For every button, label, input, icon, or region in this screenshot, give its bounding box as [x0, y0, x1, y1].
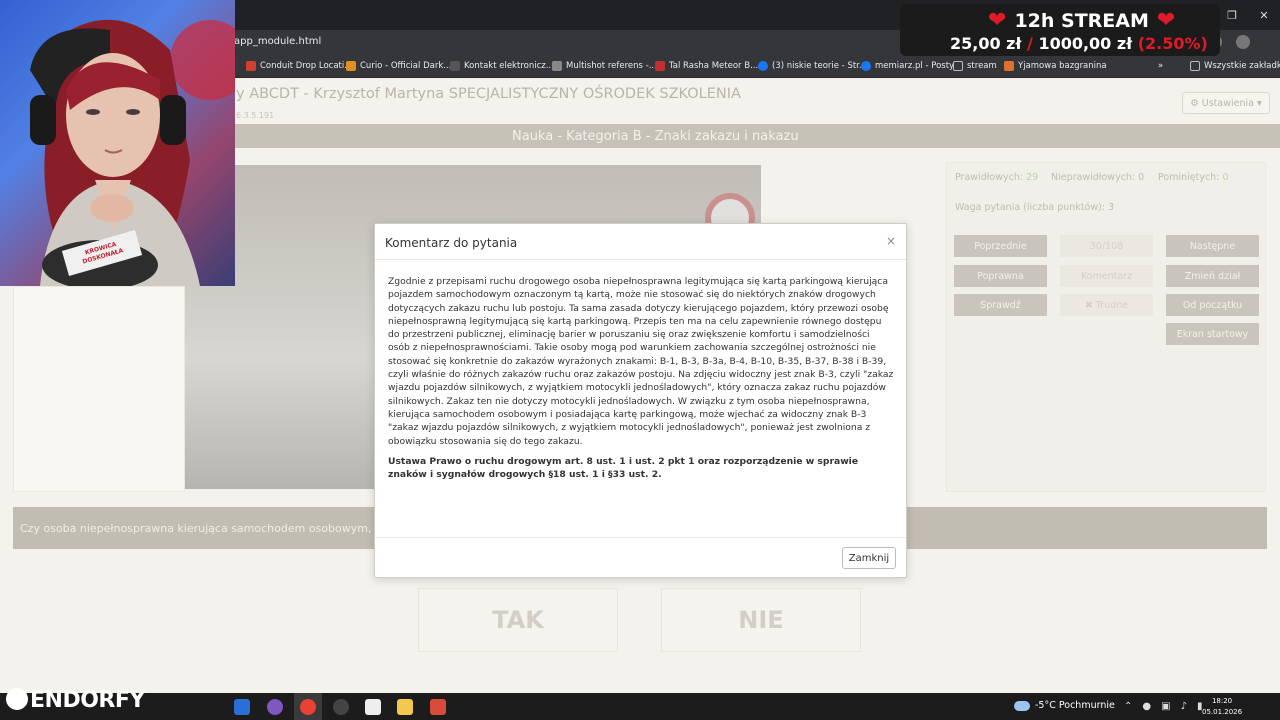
- correct-answer-button[interactable]: Poprawna: [954, 265, 1047, 287]
- from-start-button[interactable]: Od początku: [1166, 294, 1259, 316]
- chrome-icon[interactable]: [300, 699, 316, 715]
- start-screen-button[interactable]: Ekran startowy: [1166, 323, 1259, 345]
- bookmark-folder[interactable]: stream: [953, 61, 997, 71]
- bookmarks-overflow[interactable]: »: [1158, 61, 1163, 71]
- folder-icon: [1190, 61, 1200, 71]
- settings-button[interactable]: ⚙ Ustawienia ▾: [1182, 92, 1270, 114]
- file-explorer-icon[interactable]: [397, 699, 413, 715]
- close-window-icon[interactable]: ✕: [1248, 0, 1280, 30]
- clock-time: 18:20: [1211, 697, 1233, 705]
- left-panel: [13, 286, 185, 492]
- facebook-icon: [861, 61, 871, 71]
- skipped-count: Pominiętych: 0: [1158, 172, 1229, 183]
- webcam-overlay: KROWICA DOSKONAŁA: [0, 0, 235, 286]
- restore-icon[interactable]: ❐: [1216, 0, 1248, 30]
- endorfy-logo-mark: [6, 688, 28, 710]
- previous-button[interactable]: Poprzednie: [954, 235, 1047, 257]
- close-modal-button[interactable]: Zamknij: [842, 547, 896, 569]
- bookmark-favicon: [346, 61, 356, 71]
- modal-body: Zgodnie z przepisami ruchu drogowego oso…: [388, 275, 894, 488]
- url-text[interactable]: app_module.html: [234, 36, 321, 47]
- microphone-icon[interactable]: ●: [1142, 701, 1151, 712]
- app-icon[interactable]: [365, 699, 381, 715]
- close-icon[interactable]: ×: [886, 234, 896, 248]
- question-weight: Waga pytania (liczba punktów): 3: [955, 202, 1115, 213]
- yes-answer-button[interactable]: TAK: [418, 588, 618, 652]
- heart-icon: ❤: [988, 8, 1007, 33]
- modal-footer: Zamknij: [375, 537, 906, 579]
- no-answer-button[interactable]: NIE: [661, 588, 861, 652]
- correct-count: Prawidłowych: 29: [955, 172, 1039, 183]
- twitch-app-icon[interactable]: [267, 699, 283, 715]
- bookmark-favicon: [1004, 61, 1014, 71]
- weather-widget[interactable]: -5°C Pochmurnie: [1014, 700, 1115, 711]
- bookmark-item[interactable]: Yjamowa bazgranina: [1004, 61, 1107, 71]
- taskbar-clock[interactable]: 18:20 05.01.2026: [1202, 696, 1242, 718]
- heart-icon: ❤: [1156, 8, 1176, 33]
- difficult-button[interactable]: ✖ Trudne: [1060, 294, 1153, 316]
- legal-basis: Ustawa Prawo o ruchu drogowym art. 8 ust…: [388, 455, 859, 481]
- profile-icon[interactable]: [1236, 35, 1250, 49]
- app-icon[interactable]: [430, 699, 446, 715]
- section-banner: Nauka - Kategoria B - Znaki zakazu i nak…: [235, 124, 1280, 148]
- bookmark-item[interactable]: (3) niskie teorie - Str...: [758, 61, 867, 71]
- comment-button[interactable]: Komentarz: [1060, 265, 1153, 287]
- bookmark-favicon: [450, 61, 460, 71]
- bookmark-favicon: [246, 61, 256, 71]
- network-icon[interactable]: ▣: [1161, 701, 1170, 712]
- comment-modal: Komentarz do pytania × Zgodnie z przepis…: [374, 223, 907, 578]
- system-tray: ⌃ ● ▣ ♪ ▮: [1124, 701, 1202, 712]
- version-label: 6.3.5.191: [236, 111, 275, 120]
- check-button[interactable]: Sprawdź: [954, 294, 1047, 316]
- bookmark-item[interactable]: Conduit Drop Locati...: [246, 61, 352, 71]
- volume-icon[interactable]: ♪: [1181, 701, 1187, 712]
- chevron-up-icon[interactable]: ⌃: [1124, 701, 1132, 712]
- incorrect-count: Nieprawidłowych: 0: [1051, 172, 1145, 183]
- clock-date: 05.01.2026: [1202, 708, 1243, 716]
- folder-icon: [953, 61, 963, 71]
- copilot-icon[interactable]: [234, 699, 250, 715]
- stream-title: ❤ 12h STREAM ❤: [988, 8, 1176, 33]
- bookmark-item[interactable]: Tal Rasha Meteor B...: [655, 61, 758, 71]
- question-counter: 30/108: [1060, 235, 1153, 257]
- bookmark-favicon: [655, 61, 665, 71]
- bookmark-item[interactable]: Multishot referens -...: [552, 61, 657, 71]
- facebook-icon: [758, 61, 768, 71]
- next-button[interactable]: Następne: [1166, 235, 1259, 257]
- bookmark-item[interactable]: Curio - Official Dark...: [346, 61, 451, 71]
- bookmark-favicon: [552, 61, 562, 71]
- change-section-button[interactable]: Zmień dział: [1166, 265, 1259, 287]
- modal-header: Komentarz do pytania ×: [375, 224, 906, 260]
- bookmark-item[interactable]: memiarz.pl - Posty: [861, 61, 954, 71]
- page-title: y ABCDT - Krzysztof Martyna SPECJALISTYC…: [236, 86, 741, 102]
- all-bookmarks[interactable]: Wszystkie zakładki: [1190, 61, 1280, 71]
- comment-text: Zgodnie z przepisami ruchu drogowego oso…: [388, 276, 894, 447]
- stream-goal-amount: 25,00 zł / 1000,00 zł (2.50%): [950, 34, 1208, 53]
- endorfy-logo: ENDORFY: [6, 688, 145, 713]
- cloud-icon: [1014, 700, 1030, 711]
- obs-icon[interactable]: [333, 699, 349, 715]
- modal-title: Komentarz do pytania: [385, 236, 518, 250]
- bookmark-item[interactable]: Kontakt elektronicz...: [450, 61, 554, 71]
